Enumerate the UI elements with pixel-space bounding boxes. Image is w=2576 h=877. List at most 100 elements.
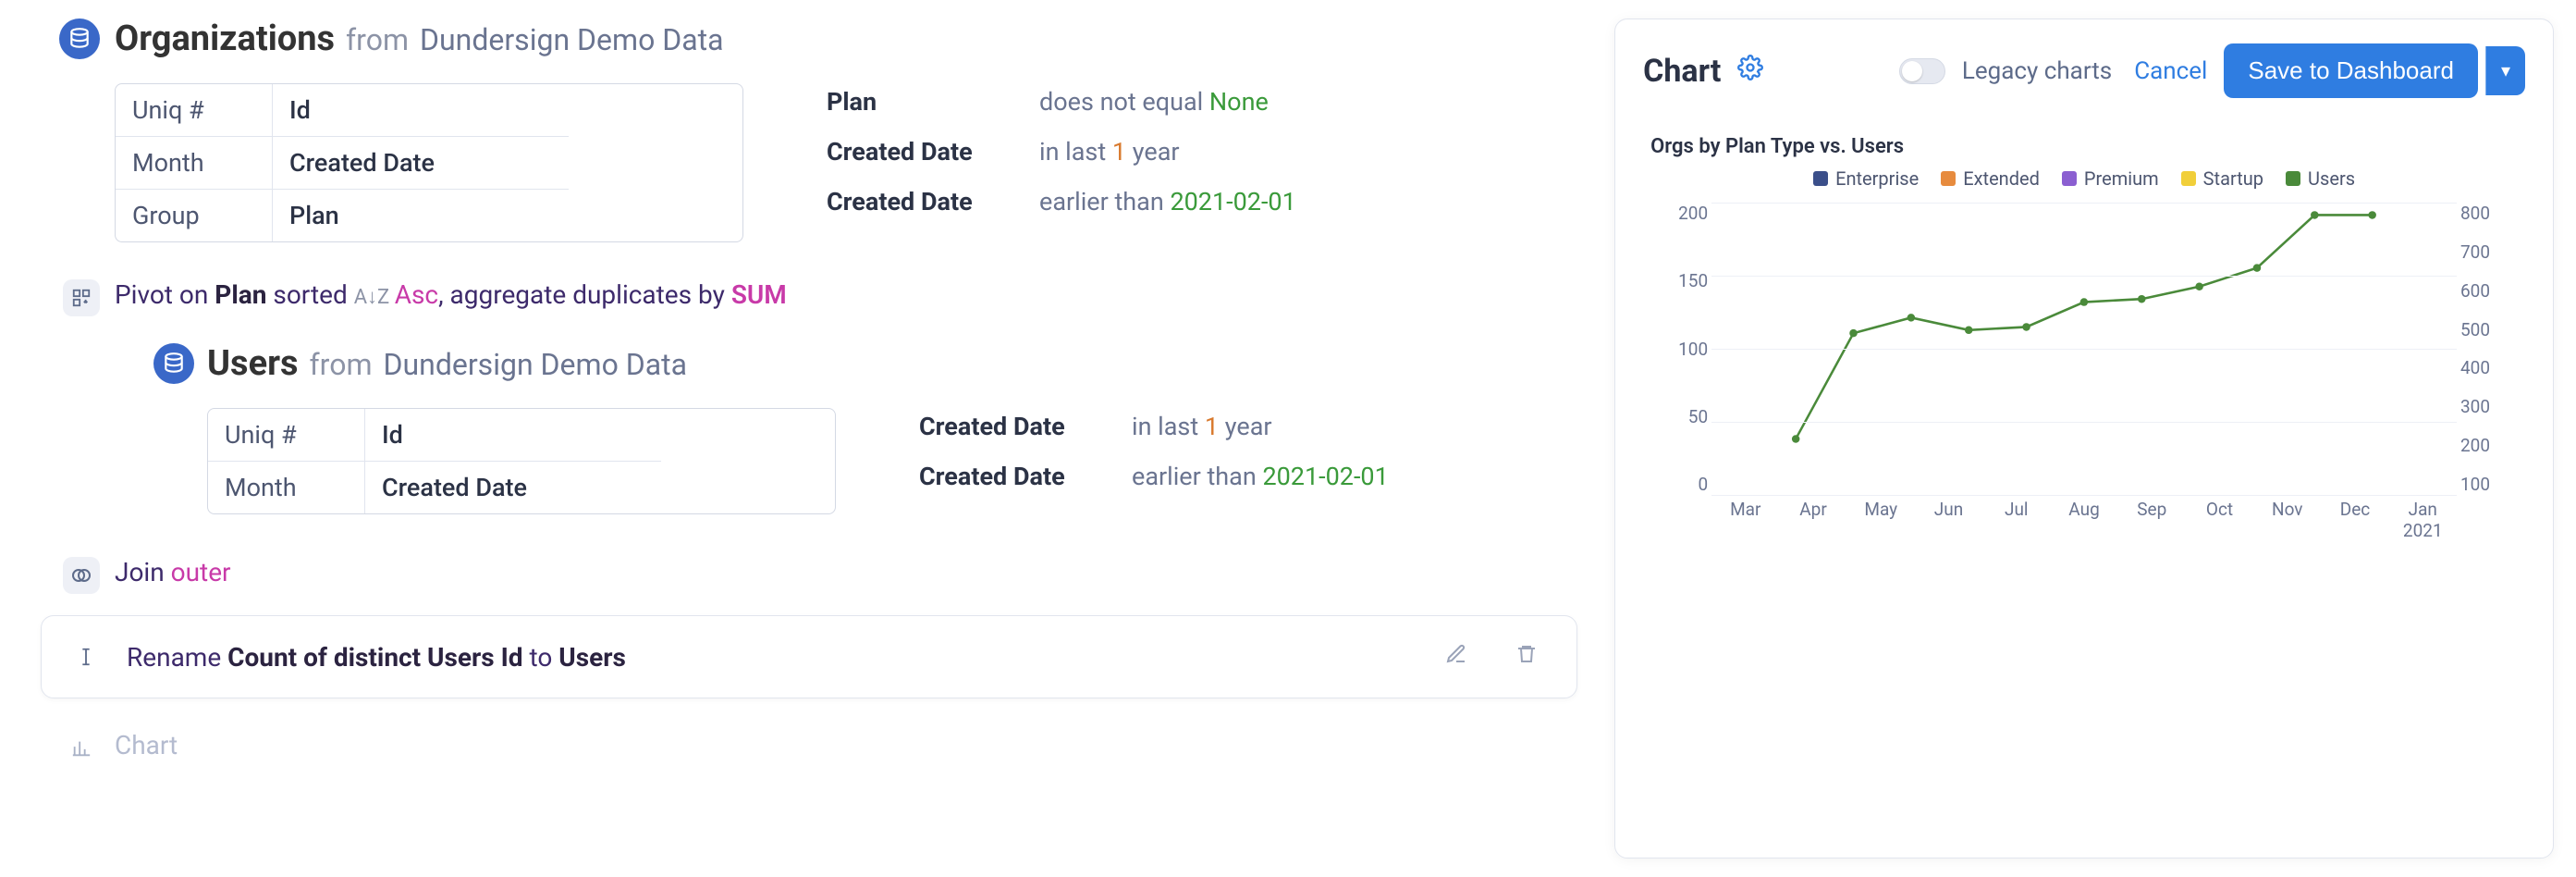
legend-item[interactable]: Users [2286, 167, 2355, 190]
filter-row[interactable]: Plan does not equal None [827, 87, 1296, 117]
filter-op: does not equal None [1039, 87, 1269, 117]
step-join[interactable]: Join outer [22, 557, 1577, 587]
filter-field: Plan [827, 87, 1012, 117]
postgres-icon [59, 19, 100, 59]
xtick: Jul [1991, 499, 2042, 545]
ytick-right: 200 [2460, 435, 2512, 456]
from-label: from [346, 22, 409, 57]
filter-row[interactable]: Created Datein last 1 year [827, 137, 1296, 167]
legend-item[interactable]: Enterprise [1813, 167, 1919, 190]
save-to-dashboard-button[interactable]: Save to Dashboard [2224, 43, 2478, 98]
filter-field: Created Date [827, 187, 1012, 216]
ytick-right: 100 [2460, 474, 2512, 495]
pivot-icon [63, 279, 100, 316]
grid-val[interactable]: Created Date [365, 462, 661, 513]
orgs-grid[interactable]: Uniq #IdMonthCreated DateGroupPlan [115, 83, 743, 242]
grid-key[interactable]: Month [208, 462, 365, 513]
step-pivot[interactable]: Pivot on Plan sorted A↓Z Asc, aggregate … [22, 279, 1577, 310]
chart-grid [1711, 203, 2457, 495]
filter-row[interactable]: Created Dateearlier than 2021-02-01 [919, 462, 1389, 491]
ytick-left: 200 [1656, 203, 1708, 224]
step-organizations: Organizations from Dundersign Demo Data … [22, 19, 1577, 242]
legend-swatch [2062, 171, 2077, 186]
xtick: Jan2021 [2397, 499, 2448, 545]
legend-swatch [1813, 171, 1828, 186]
legacy-toggle[interactable] [1899, 58, 1945, 84]
plot-title: Orgs by Plan Type vs. Users [1650, 135, 2525, 158]
pivot-text: Pivot on Plan sorted A↓Z Asc, aggregate … [115, 279, 1577, 310]
bar-chart-icon [63, 730, 100, 767]
save-dropdown-button[interactable]: ▾ [2485, 46, 2525, 95]
orgs-source[interactable]: Dundersign Demo Data [420, 22, 724, 57]
xtick: Jun [1923, 499, 1975, 545]
filter-val: 1 [1205, 412, 1219, 441]
xtick: Apr [1787, 499, 1839, 545]
grid-key[interactable]: Uniq # [208, 409, 365, 462]
xtick: Aug [2058, 499, 2110, 545]
pivot-sorted: sorted [266, 279, 353, 310]
join-icon [63, 557, 100, 594]
legend-swatch [2181, 171, 2196, 186]
filter-row[interactable]: Created Datein last 1 year [919, 412, 1389, 441]
y-axis-right: 800700600500400300200100 [2460, 203, 2512, 495]
users-source[interactable]: Dundersign Demo Data [384, 347, 688, 382]
from-label: from [310, 347, 373, 382]
grid-val[interactable]: Created Date [273, 137, 569, 190]
rename-icon [67, 638, 104, 675]
legacy-label: Legacy charts [1962, 57, 2112, 85]
legend-item[interactable]: Startup [2181, 167, 2263, 190]
filter-row[interactable]: Created Date earlier than 2021-02-01 [827, 187, 1296, 216]
pivot-agg-prefix: , aggregate duplicates by [438, 279, 731, 310]
xtick: Oct [2194, 499, 2246, 545]
legend-label: Extended [1963, 167, 2040, 190]
grid-key[interactable]: Month [116, 137, 273, 190]
users-grid[interactable]: Uniq #IdMonthCreated Date [207, 408, 836, 514]
y-axis-left: 200150100500 [1656, 203, 1708, 495]
orgs-title: Organizations [115, 19, 335, 59]
rename-from: Count of distinct Users Id [227, 642, 522, 673]
legend-swatch [1941, 171, 1956, 186]
ytick-left: 50 [1656, 406, 1708, 427]
x-axis: MarAprMayJunJulAugSepOctNovDecJan2021 [1711, 499, 2457, 545]
cancel-button[interactable]: Cancel [2134, 57, 2207, 85]
ytick-right: 300 [2460, 396, 2512, 417]
filter-field: Created Date [919, 462, 1104, 491]
legend-item[interactable]: Premium [2062, 167, 2159, 190]
rename-to-kw: to [523, 642, 559, 673]
rename-to: Users [558, 642, 626, 673]
step-rename: Rename Count of distinct Users Id to Use… [22, 615, 1577, 698]
join-text: Join outer [115, 557, 1577, 587]
filter-val: 1 [1112, 137, 1126, 167]
xtick: Sep [2126, 499, 2177, 545]
grid-key[interactable]: Group [116, 190, 273, 241]
filter-op: earlier than 2021-02-01 [1039, 187, 1296, 216]
plot-area: 200150100500 800700600500400300200100 Ma… [1656, 203, 2512, 545]
grid-val[interactable]: Id [273, 84, 569, 137]
grid-val[interactable]: Id [365, 409, 661, 462]
rename-card[interactable]: Rename Count of distinct Users Id to Use… [41, 615, 1577, 698]
xtick: Dec [2329, 499, 2381, 545]
pivot-field: Plan [215, 279, 266, 310]
filter-field: Created Date [827, 137, 1012, 167]
legend-swatch [2286, 171, 2300, 186]
step-users: Users from Dundersign Demo Data Uniq #Id… [22, 343, 1577, 514]
gridline [1711, 349, 2457, 350]
ytick-right: 800 [2460, 203, 2512, 224]
legend-item[interactable]: Extended [1941, 167, 2040, 190]
ytick-right: 700 [2460, 241, 2512, 263]
trash-icon[interactable] [1503, 643, 1551, 672]
gridline [1711, 495, 2457, 496]
rename-text: Rename Count of distinct Users Id to Use… [127, 642, 1410, 673]
step-chart[interactable]: Chart [22, 730, 1577, 760]
legend-label: Startup [2203, 167, 2263, 190]
join-kw: Join [115, 557, 171, 587]
ytick-left: 100 [1656, 339, 1708, 360]
orgs-filters: Plan does not equal None Created Datein la… [827, 87, 1296, 237]
users-title: Users [207, 343, 299, 384]
gear-icon[interactable] [1737, 55, 1763, 88]
grid-val[interactable]: Plan [273, 190, 569, 241]
filter-field: Created Date [919, 412, 1104, 441]
grid-key[interactable]: Uniq # [116, 84, 273, 137]
edit-icon[interactable] [1432, 643, 1480, 672]
chart-step-label: Chart [115, 730, 1577, 760]
